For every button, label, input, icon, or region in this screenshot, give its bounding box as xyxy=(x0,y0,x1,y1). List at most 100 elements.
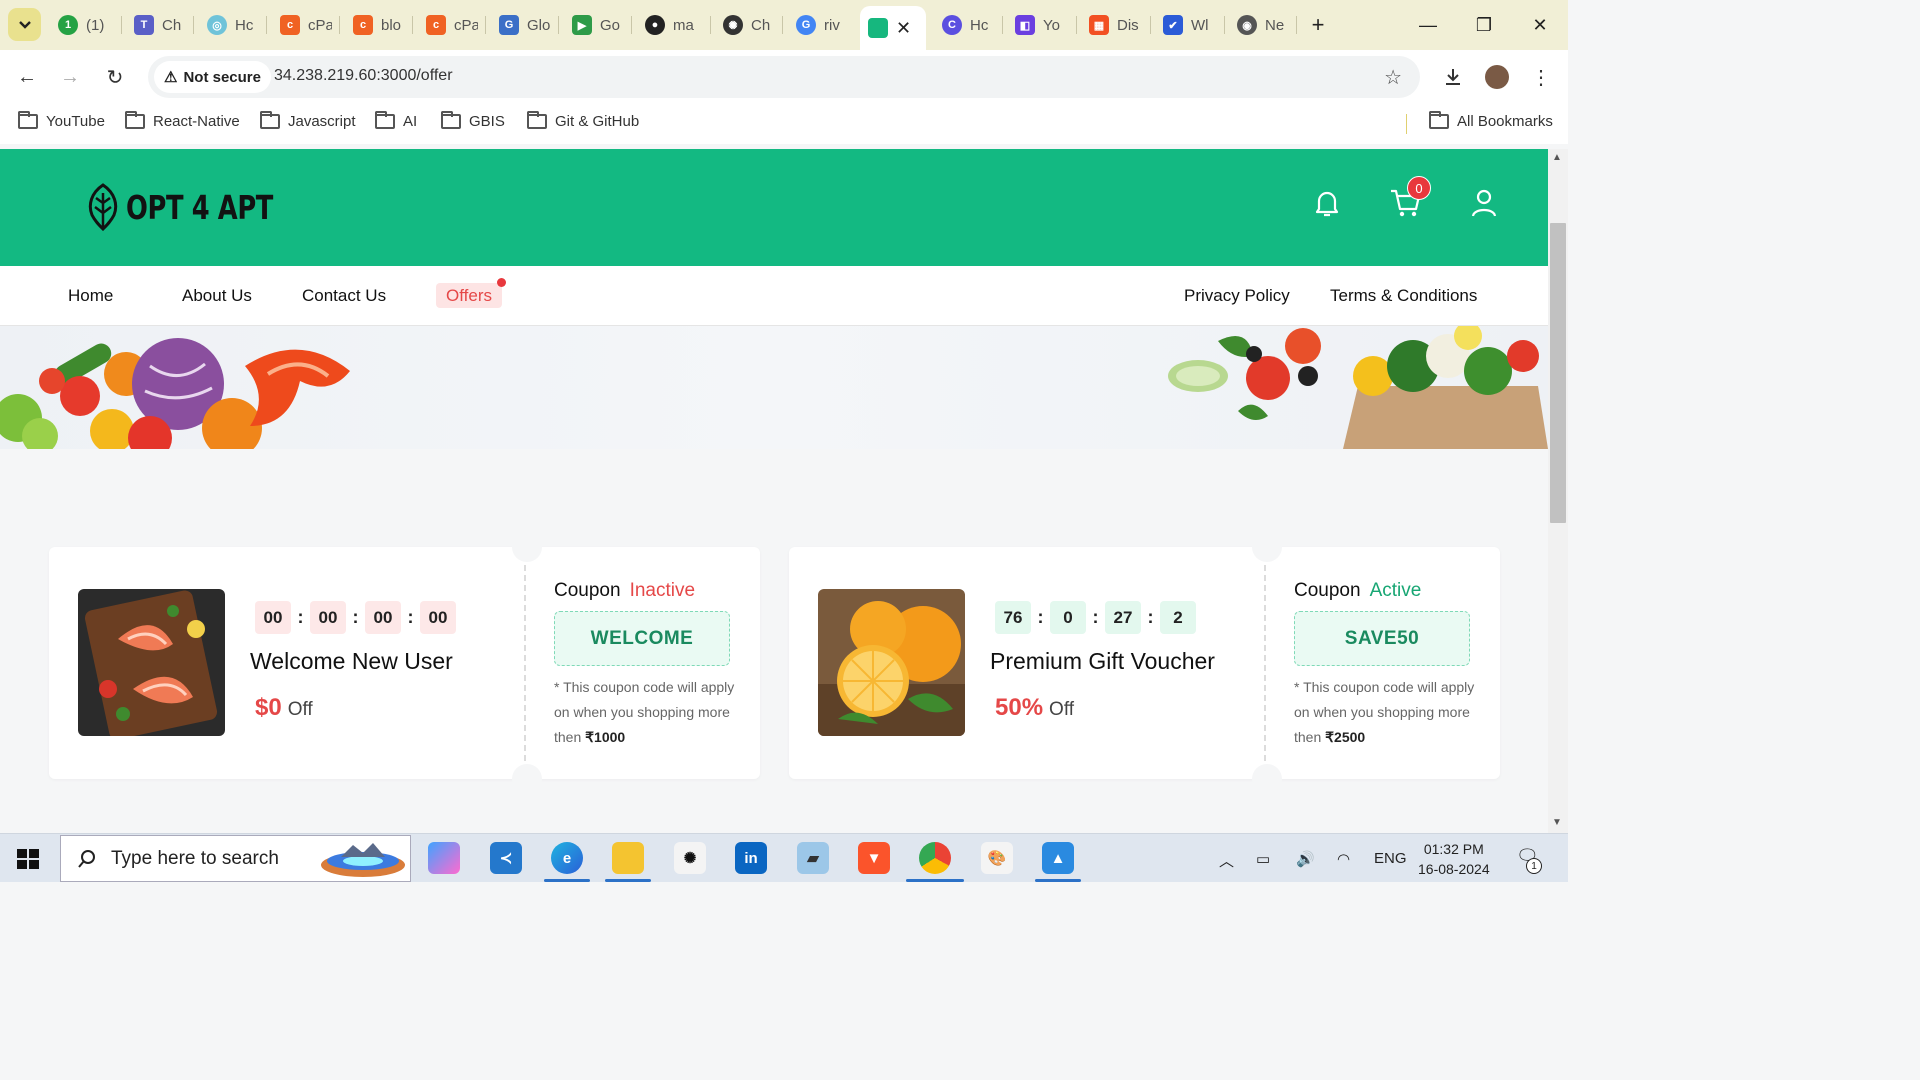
account-button[interactable] xyxy=(1468,187,1500,219)
vegetables-right-image xyxy=(1168,326,1548,449)
tab-title: Ch xyxy=(751,16,771,34)
scroll-up-icon[interactable]: ▲ xyxy=(1552,152,1562,163)
nav-terms-link[interactable]: Terms & Conditions xyxy=(1330,286,1477,306)
downloads-button[interactable] xyxy=(1436,60,1470,94)
bookmark-folder[interactable]: Javascript xyxy=(260,111,356,130)
site-logo[interactable]: OPT 4 APT xyxy=(86,183,314,231)
ticket-divider xyxy=(524,565,526,761)
chatgpt-icon: ✺ xyxy=(723,15,743,35)
leaf-logo-icon xyxy=(88,183,118,231)
timer-hours: 00 xyxy=(310,601,346,634)
security-chip[interactable]: ⚠ Not secure xyxy=(154,61,271,93)
chatgpt-app-icon[interactable]: ✺ xyxy=(674,842,706,874)
meet-icon: ▶ xyxy=(572,15,592,35)
windows-taskbar: Type here to search ≺ e ✺ in ▰ ▼ 🎨 ▲ ︿ ▭… xyxy=(0,833,1568,882)
plus-icon: + xyxy=(1311,12,1325,37)
wifi-icon[interactable]: ◠ xyxy=(1337,850,1350,868)
bookmark-folder[interactable]: React-Native xyxy=(125,111,240,130)
browser-tab[interactable]: ✔ Wl xyxy=(1155,8,1217,42)
browser-tab[interactable]: ▶ Go xyxy=(564,8,624,42)
coupon-discount: $0 Off xyxy=(255,694,313,722)
profile-avatar[interactable] xyxy=(1480,60,1514,94)
file-explorer-icon[interactable] xyxy=(612,842,644,874)
timer-separator: : xyxy=(407,607,414,627)
site-header: OPT 4 APT 0 xyxy=(0,149,1548,266)
timer-days: 00 xyxy=(255,601,291,634)
chrome-active-indicator xyxy=(906,879,964,882)
bookmark-folder[interactable]: GBIS xyxy=(441,111,505,130)
forward-button[interactable]: → xyxy=(53,60,87,94)
bell-icon xyxy=(1315,191,1339,217)
taskbar-search-box[interactable]: Type here to search xyxy=(60,835,411,882)
nav-home-link[interactable]: Home xyxy=(68,286,113,306)
all-bookmarks-button[interactable]: All Bookmarks xyxy=(1429,111,1553,130)
minimize-button[interactable]: — xyxy=(1408,8,1448,42)
browser-tab[interactable]: G Glo xyxy=(491,8,551,42)
vscode-icon[interactable]: ≺ xyxy=(490,842,522,874)
new-tab-button[interactable]: + xyxy=(1298,8,1338,42)
coupon-note: * This coupon code will apply on when yo… xyxy=(554,675,744,750)
notification-center-button[interactable]: 🗨 1 xyxy=(1516,846,1542,874)
user-icon xyxy=(1471,189,1497,217)
windows-start-icon[interactable] xyxy=(17,849,39,869)
browser-tab[interactable]: ▦ Dis xyxy=(1081,8,1143,42)
brave-icon[interactable]: ▼ xyxy=(858,842,890,874)
linkedin-icon[interactable]: in xyxy=(735,842,767,874)
browser-tab[interactable]: ✺ Ch xyxy=(715,8,775,42)
volume-icon[interactable]: 🔊 xyxy=(1296,850,1315,868)
back-button[interactable]: ← xyxy=(10,60,44,94)
browser-tab[interactable]: ◧ Yo xyxy=(1007,8,1069,42)
paint-icon[interactable]: 🎨 xyxy=(981,842,1013,874)
browser-tab[interactable]: ● ma xyxy=(637,8,703,42)
edge-icon[interactable]: e xyxy=(551,842,583,874)
url-text[interactable]: 34.238.219.60:3000/offer xyxy=(274,67,453,85)
browser-tab[interactable]: C Hc xyxy=(934,8,994,42)
bookmark-folder[interactable]: YouTube xyxy=(18,111,105,130)
bookmark-star-icon[interactable]: ☆ xyxy=(1384,65,1402,90)
browser-tab[interactable]: 1 (1) xyxy=(50,8,116,42)
browser-menu-button[interactable]: ⋮ xyxy=(1524,60,1558,94)
copilot-icon[interactable] xyxy=(428,842,460,874)
address-bar[interactable]: ⚠ Not secure 34.238.219.60:3000/offer ☆ xyxy=(148,56,1420,98)
nav-contact-link[interactable]: Contact Us xyxy=(302,286,386,306)
coupon-code-button[interactable]: WELCOME xyxy=(554,611,730,666)
canva-icon: C xyxy=(942,15,962,35)
notifications-button[interactable] xyxy=(1311,187,1343,219)
scroll-down-icon[interactable]: ▼ xyxy=(1552,817,1562,828)
google-icon: G xyxy=(796,15,816,35)
bookmark-folder[interactable]: AI xyxy=(375,111,417,130)
tab-search-button[interactable] xyxy=(8,8,41,41)
browser-tab[interactable]: c blo xyxy=(345,8,405,42)
scrollbar-thumb[interactable] xyxy=(1550,223,1566,523)
taskbar-clock[interactable]: 01:32 PM 16-08-2024 xyxy=(1418,839,1490,879)
close-icon: ✕ xyxy=(1532,14,1548,35)
shopping-bag-icon xyxy=(868,18,888,38)
page-scrollbar[interactable]: ▲ ▼ xyxy=(1548,149,1568,833)
browser-tab[interactable]: c cPa xyxy=(272,8,332,42)
status-badge: Inactive xyxy=(629,580,696,601)
photos-icon[interactable]: ▲ xyxy=(1042,842,1074,874)
chevron-up-icon[interactable]: ︿ xyxy=(1219,850,1234,871)
reload-button[interactable]: ↻ xyxy=(98,60,132,94)
bookmark-label: React-Native xyxy=(153,113,240,130)
search-highlight-image xyxy=(321,843,405,877)
browser-tab[interactable]: T Ch xyxy=(126,8,186,42)
nav-about-link[interactable]: About Us xyxy=(182,286,252,306)
close-tab-icon[interactable]: ✕ xyxy=(896,18,911,39)
app-icon[interactable]: ▰ xyxy=(797,842,829,874)
browser-tab[interactable]: ◎ Hc xyxy=(199,8,259,42)
restore-button[interactable]: ❐ xyxy=(1464,8,1504,42)
coupon-code-button[interactable]: SAVE50 xyxy=(1294,611,1470,666)
language-indicator[interactable]: ENG xyxy=(1374,850,1407,867)
nav-privacy-link[interactable]: Privacy Policy xyxy=(1184,286,1290,306)
browser-tab[interactable]: ◉ Ne xyxy=(1229,8,1291,42)
close-window-button[interactable]: ✕ xyxy=(1520,8,1560,42)
folder-icon xyxy=(441,111,461,129)
browser-tab-active[interactable]: ✕ xyxy=(860,6,926,50)
chrome-icon[interactable] xyxy=(919,842,951,874)
nav-offers-link[interactable]: Offers xyxy=(436,283,502,308)
browser-tab[interactable]: c cPa xyxy=(418,8,478,42)
browser-tab[interactable]: Griv xyxy=(788,8,850,42)
battery-icon[interactable]: ▭ xyxy=(1256,850,1270,868)
bookmark-folder[interactable]: Git & GitHub xyxy=(527,111,639,130)
